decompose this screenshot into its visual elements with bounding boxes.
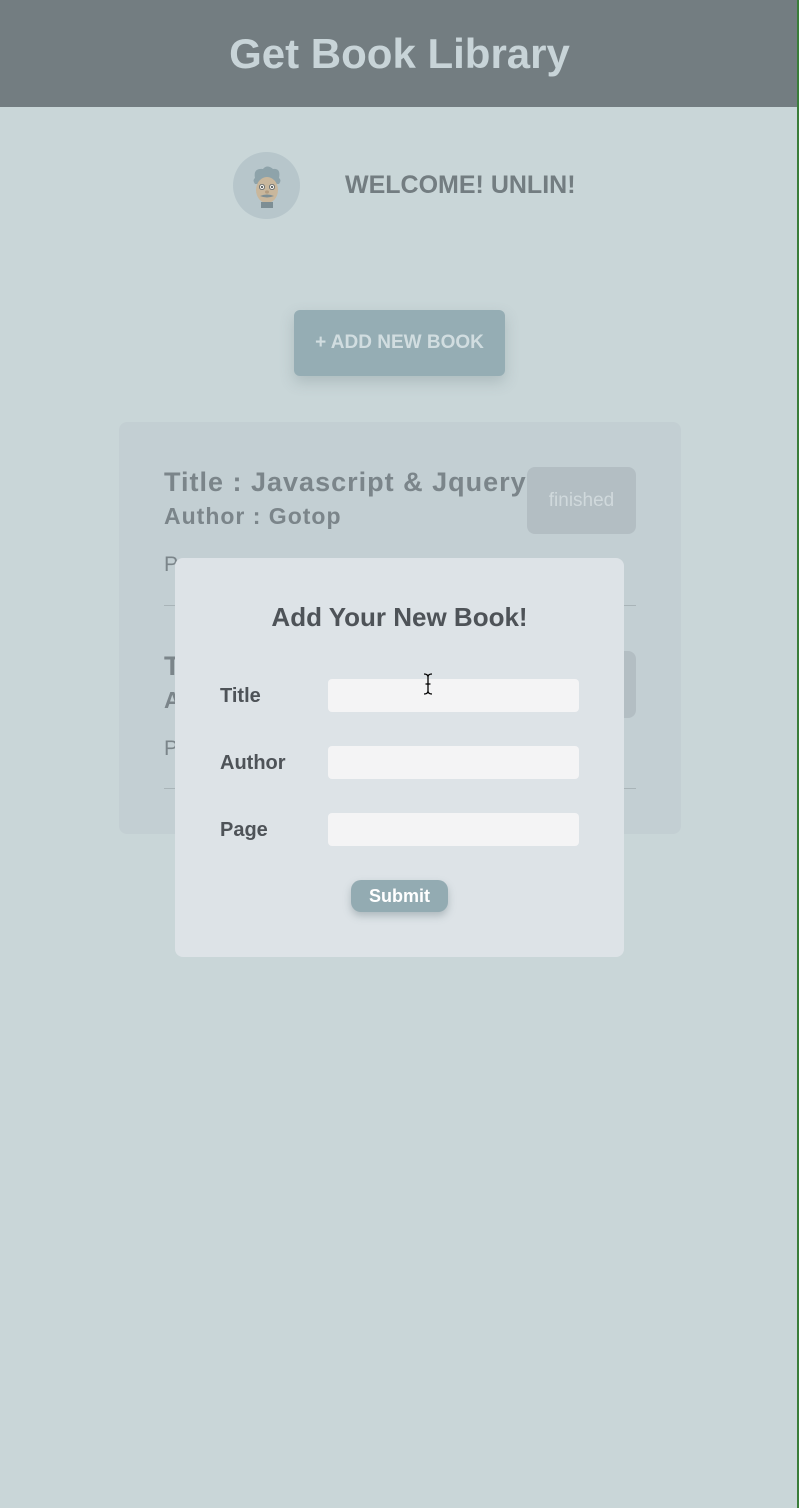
avatar [233,152,300,219]
text-cursor-icon [423,673,433,695]
cartoon-face-avatar-icon [253,166,280,208]
author-input[interactable] [328,746,579,779]
add-new-book-button[interactable]: + ADD NEW BOOK [294,310,505,376]
title-row: Title [220,679,579,713]
title-label: Title [220,685,261,707]
book-author: Author : Gotop [164,503,342,529]
welcome-section: WELCOME! UNLIN! [233,152,576,219]
app-header: Get Book Library [0,0,799,107]
author-label: Author [220,752,286,774]
page-row: Page [220,813,579,847]
modal-title: Add Your New Book! [271,602,528,632]
title-input[interactable] [328,679,579,712]
welcome-message: WELCOME! UNLIN! [345,171,576,199]
book-title: Title : Javascript & Jquery [164,467,527,497]
status-toggle-button[interactable]: finished [527,467,636,534]
add-book-modal: Add Your New Book! Title Author Page Sub… [175,558,624,957]
app-title: Get Book Library [229,29,570,77]
author-row: Author [220,746,579,780]
page-label: Page [220,819,268,841]
submit-button[interactable]: Submit [351,880,448,912]
page-input[interactable] [328,813,579,846]
